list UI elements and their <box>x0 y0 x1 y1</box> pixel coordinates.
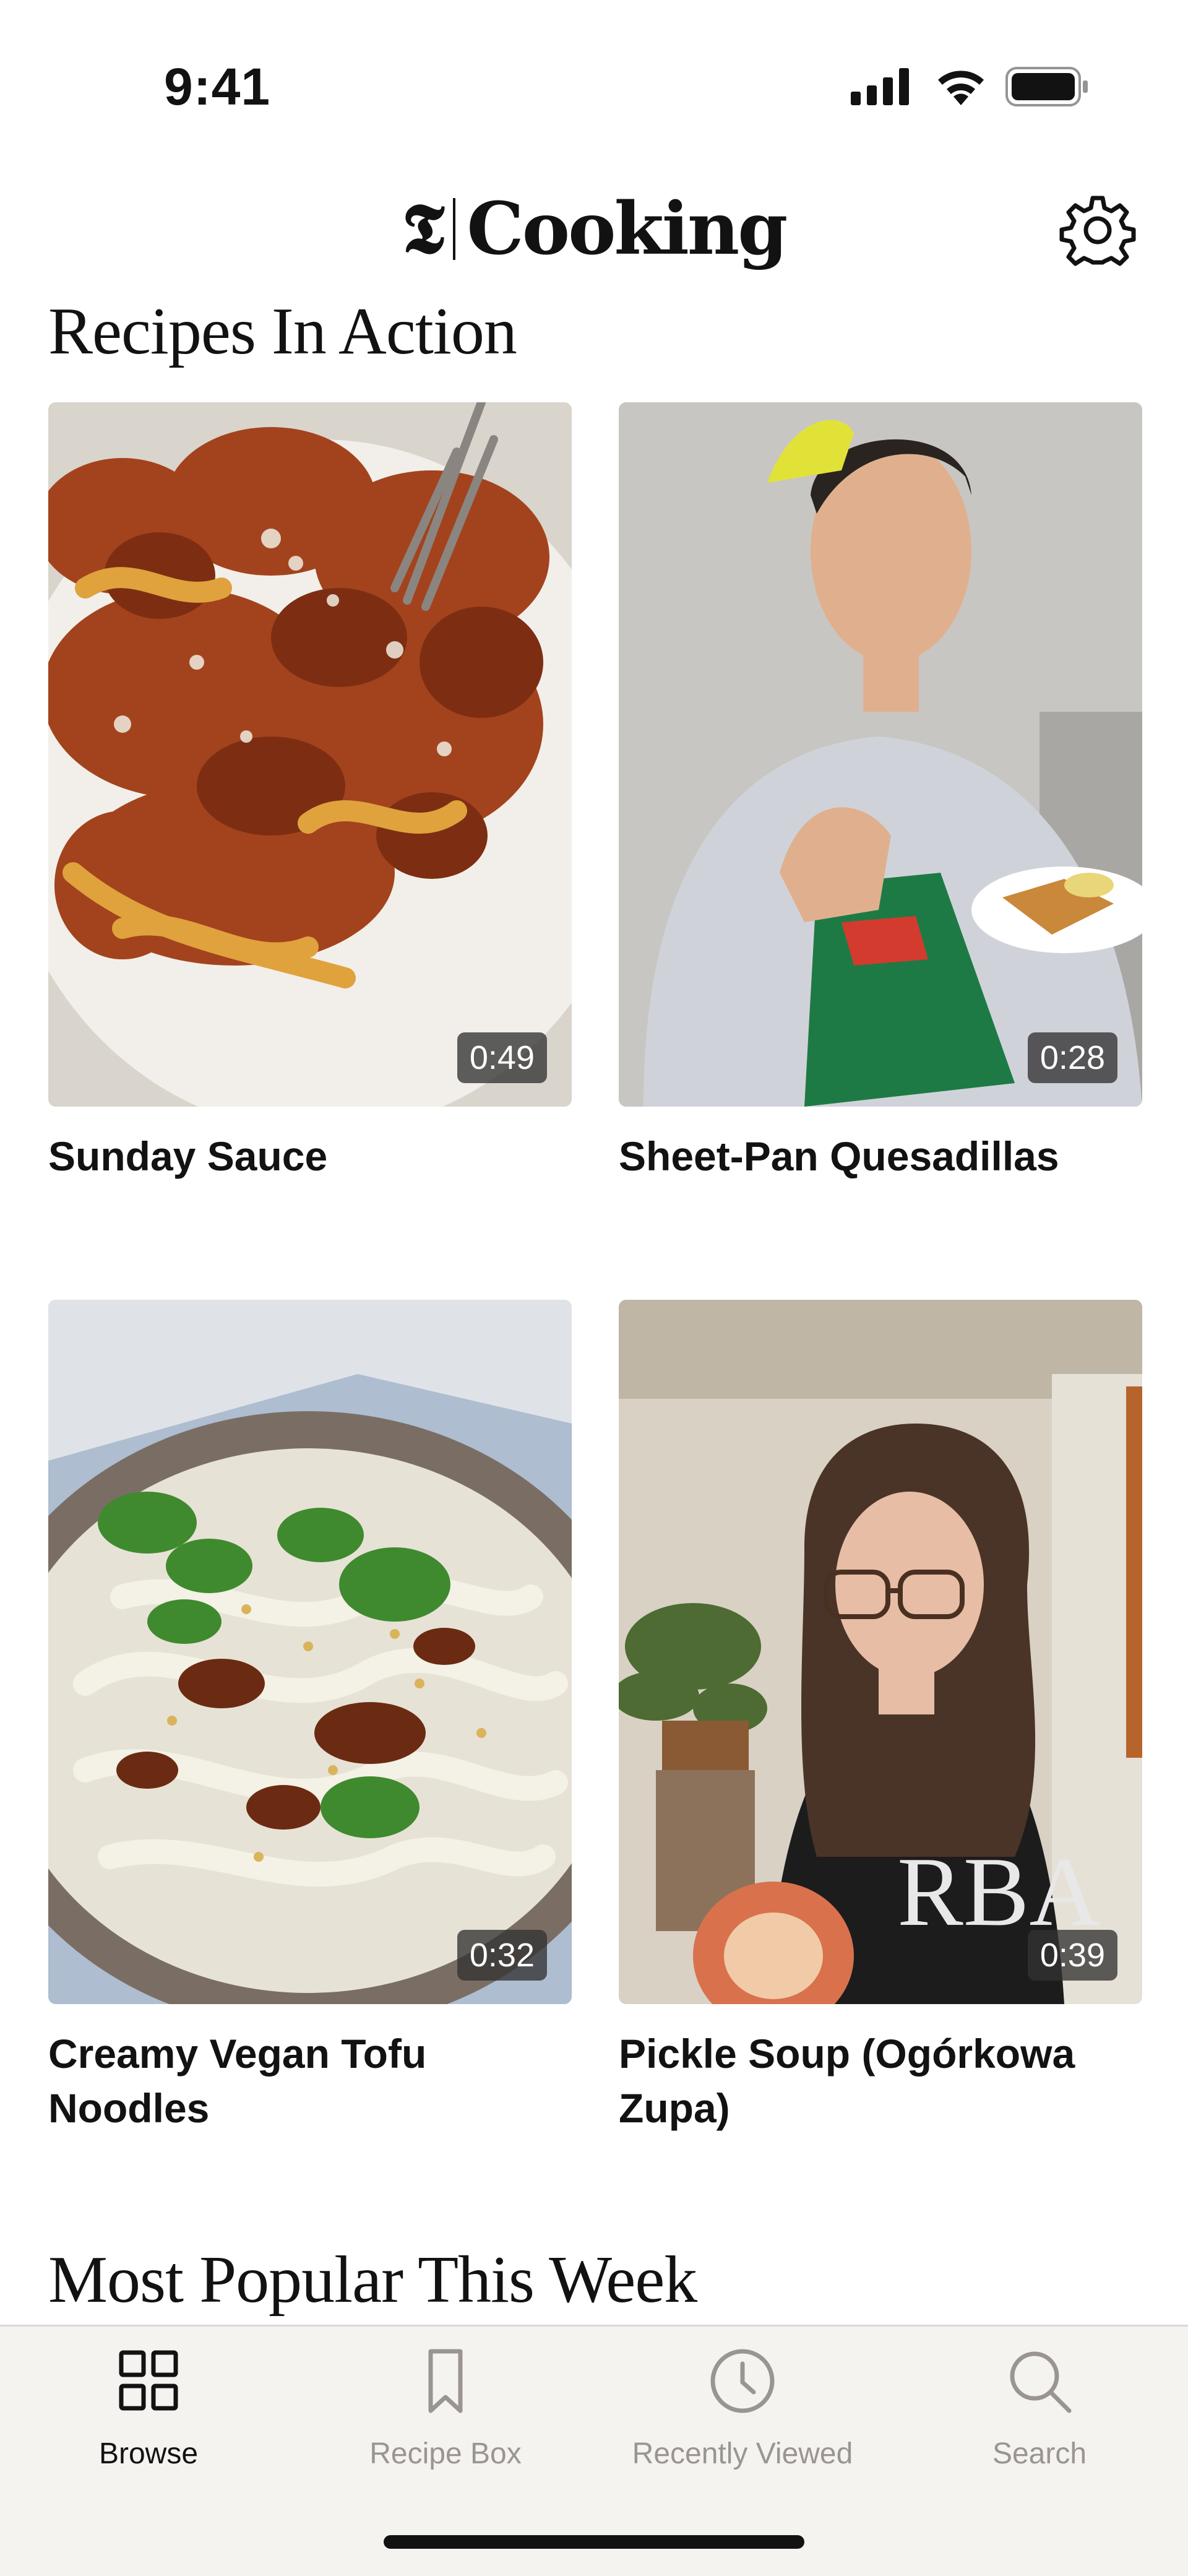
video-thumbnail[interactable]: RBA 0:39 <box>619 1300 1142 2004</box>
video-card[interactable]: 0:28 Sheet-Pan Quesadillas <box>619 402 1142 1183</box>
pasta-dish-image <box>48 402 572 1107</box>
video-card[interactable]: RBA 0:39 Pickle Soup (Ogórkowa Zupa) <box>619 1300 1142 2135</box>
tab-label: Recently Viewed <box>632 2437 853 2470</box>
video-duration: 0:49 <box>457 1032 547 1083</box>
video-title[interactable]: Pickle Soup (Ogórkowa Zupa) <box>619 2026 1142 2135</box>
status-time: 9:41 <box>164 58 271 116</box>
video-card[interactable]: 0:32 Creamy Vegan Tofu Noodles <box>48 1300 572 2135</box>
video-duration: 0:39 <box>1027 1930 1117 1981</box>
section-title-recipes-in-action: Recipes In Action <box>48 295 517 368</box>
tab-label: Browse <box>98 2437 199 2470</box>
search-icon <box>1010 2351 1072 2413</box>
section-title-most-popular: Most Popular This Week <box>48 2243 697 2317</box>
video-thumbnail[interactable]: 0:49 <box>48 402 572 1107</box>
tab-browse[interactable]: Browse <box>0 2327 297 2481</box>
video-card[interactable]: 0:49 Sunday Sauce <box>48 402 572 1183</box>
settings-button[interactable] <box>1059 192 1136 269</box>
video-title[interactable]: Creamy Vegan Tofu Noodles <box>48 2026 572 2135</box>
home-indicator <box>384 2535 804 2549</box>
logo-divider <box>453 198 456 260</box>
video-title[interactable]: Sheet-Pan Quesadillas <box>619 1129 1142 1183</box>
video-thumbnail[interactable]: 0:32 <box>48 1300 572 2004</box>
wifi-icon <box>938 71 984 105</box>
video-thumbnail[interactable]: 0:28 <box>619 402 1142 1107</box>
app-title: Cooking <box>467 187 788 271</box>
tab-recently-viewed[interactable]: Recently Viewed <box>594 2327 891 2481</box>
battery-icon <box>1005 67 1088 106</box>
gear-icon <box>1059 196 1136 266</box>
grid-icon <box>119 2350 178 2411</box>
person-eating-image <box>619 402 1142 1107</box>
noodle-dish-image <box>48 1300 572 2004</box>
clock-icon <box>710 2349 775 2413</box>
tab-search[interactable]: Search <box>891 2327 1188 2481</box>
nyt-logo-mark: 𝕿 <box>402 188 445 269</box>
status-bar: 9:41 <box>0 0 1188 173</box>
app-header: 𝕿 Cooking <box>0 186 1188 272</box>
video-title[interactable]: Sunday Sauce <box>48 1129 572 1183</box>
signal-icon <box>851 68 909 105</box>
nyt-cooking-logo: 𝕿 Cooking <box>402 187 788 271</box>
tab-label: Search <box>992 2437 1087 2470</box>
video-duration: 0:28 <box>1027 1032 1117 1083</box>
tab-recipe-box[interactable]: Recipe Box <box>297 2327 594 2481</box>
tab-label: Recipe Box <box>369 2437 522 2470</box>
bookmark-icon <box>428 2349 463 2413</box>
person-talking-image: RBA <box>619 1300 1142 2004</box>
video-duration: 0:32 <box>457 1930 547 1981</box>
